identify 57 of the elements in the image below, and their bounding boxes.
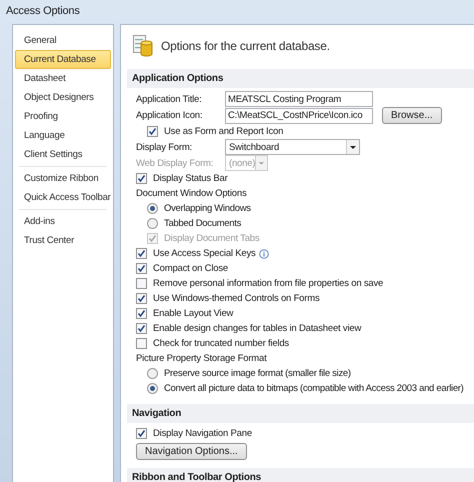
checkbox[interactable]: [136, 293, 147, 304]
section-title: Navigation: [127, 404, 474, 423]
text-field[interactable]: MEATSCL Costing Program: [225, 91, 373, 107]
checkbox-label: Display Document Tabs: [164, 233, 260, 244]
database-icon: [133, 35, 153, 57]
field-label: Application Title:: [136, 94, 203, 104]
sidebar-item[interactable]: Trust Center: [15, 231, 111, 250]
field-label: Display Form:: [136, 142, 193, 152]
sidebar-item[interactable]: Quick Access Toolbar: [15, 188, 111, 207]
sidebar-item[interactable]: Language: [15, 126, 111, 145]
field-label: Application Icon:: [136, 110, 204, 121]
sidebar-item[interactable]: Current Database: [15, 50, 111, 69]
sidebar-item[interactable]: Object Designers: [15, 88, 111, 107]
radio-button[interactable]: [147, 203, 158, 214]
field-label: Web Display Form:: [136, 158, 214, 168]
sidebar-item[interactable]: Customize Ribbon: [15, 169, 111, 188]
sidebar-item[interactable]: Add-ins: [15, 212, 111, 231]
checkbox-label: Enable design changes for tables in Datasheet view: [153, 323, 362, 334]
checkbox[interactable]: [136, 173, 147, 184]
browse-button[interactable]: Browse...: [382, 107, 442, 124]
checkbox[interactable]: [136, 323, 147, 334]
window-title: Access Options: [6, 5, 80, 17]
radio-label: Tabbed Documents: [164, 218, 242, 229]
checkbox-label: Remove personal information from file properties on save: [153, 278, 384, 289]
group-label: Picture Property Storage Format: [136, 353, 267, 364]
checkbox-label: Use as Form and Report Icon: [164, 126, 284, 137]
section-title: Application Options: [127, 69, 474, 88]
sidebar-item[interactable]: Datasheet: [15, 69, 111, 88]
navigation-options-button[interactable]: Navigation Options...: [136, 443, 247, 460]
sidebar-item[interactable]: Client Settings: [15, 145, 111, 164]
radio-button[interactable]: [147, 218, 158, 229]
header-text: Options for the current database.: [161, 39, 330, 53]
checkbox[interactable]: [147, 126, 158, 137]
checkbox-label: Use Windows-themed Controls on Forms: [153, 293, 320, 304]
text-field[interactable]: C:\MeatSCL_CostNPrice\Icon.ico: [225, 108, 373, 124]
radio-button[interactable]: [147, 383, 158, 394]
checkbox[interactable]: [136, 428, 147, 439]
group-label: Document Window Options: [136, 188, 247, 199]
checkbox-label: Display Navigation Pane: [153, 428, 252, 439]
checkbox-label: Check for truncated number fields: [153, 338, 289, 349]
radio-label: Preserve source image format (smaller file size): [164, 368, 351, 379]
checkbox-label: Compact on Close: [153, 263, 228, 274]
checkbox-label: Enable Layout View: [153, 308, 234, 319]
dropdown[interactable]: Switchboard: [225, 139, 360, 155]
sidebar-item[interactable]: General: [15, 31, 111, 50]
radio-label: Overlapping Windows: [164, 203, 251, 214]
sidebar-item[interactable]: Proofing: [15, 107, 111, 126]
checkbox-label: Display Status Bar: [153, 173, 228, 184]
checkbox-label: Use Access Special Keys: [153, 248, 256, 259]
radio-button[interactable]: [147, 368, 158, 379]
checkbox[interactable]: [136, 278, 147, 289]
checkbox[interactable]: [136, 248, 147, 259]
section-title: Ribbon and Toolbar Options: [127, 468, 474, 482]
radio-label: Convert all picture data to bitmaps (compatible with Access 2003 and earlier): [164, 383, 464, 394]
checkbox[interactable]: [136, 338, 147, 349]
checkbox[interactable]: [136, 263, 147, 274]
checkbox[interactable]: [136, 308, 147, 319]
